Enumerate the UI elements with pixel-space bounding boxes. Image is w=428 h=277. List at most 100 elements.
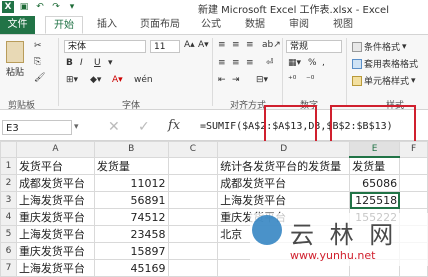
cut-icon[interactable]: ✂ <box>34 41 42 51</box>
cell-f2[interactable] <box>399 174 428 192</box>
comma-style-icon[interactable]: , <box>322 58 325 68</box>
cell-a6[interactable]: 重庆发货平台 <box>15 242 95 260</box>
font-color-icon[interactable]: A▾ <box>112 75 123 85</box>
tab-page-layout[interactable]: 页面布局 <box>132 16 188 34</box>
font-name-combo[interactable]: 宋体 <box>64 40 146 53</box>
align-right-icon[interactable]: ≡ <box>246 58 254 68</box>
cell-c2[interactable] <box>167 174 219 192</box>
cell-c1[interactable] <box>167 156 219 175</box>
insert-function-icon[interactable]: fx <box>168 118 180 133</box>
top-align-icon[interactable]: ≡ <box>218 40 226 50</box>
cell-b2[interactable]: 11012 <box>93 174 169 192</box>
column-header-c[interactable]: C <box>167 141 219 158</box>
row-header[interactable]: 3 <box>0 191 17 209</box>
cell-c5[interactable] <box>167 225 219 243</box>
align-center-icon[interactable]: ≡ <box>232 58 240 68</box>
tab-formulas[interactable]: 公式 <box>196 16 226 34</box>
cell-b7[interactable]: 45169 <box>93 259 169 277</box>
cell-a4[interactable]: 重庆发货平台 <box>15 208 95 226</box>
row-header[interactable]: 7 <box>0 259 17 277</box>
column-header-a[interactable]: A <box>15 141 95 158</box>
cell-a2[interactable]: 成都发货平台 <box>15 174 95 192</box>
column-header-d[interactable]: D <box>217 141 351 158</box>
format-painter-icon[interactable]: 🖌 <box>34 73 45 83</box>
cell-d1[interactable]: 统计各发货平台的发货量 <box>217 156 351 175</box>
column-header-b[interactable]: B <box>93 141 169 158</box>
orientation-icon[interactable]: ab↗ <box>262 40 281 50</box>
cell-a5[interactable]: 上海发货平台 <box>15 225 95 243</box>
shrink-font-icon[interactable]: A▾ <box>198 40 209 50</box>
fill-color-icon[interactable]: ◆▾ <box>90 75 101 85</box>
column-header-f[interactable]: F <box>399 141 428 158</box>
tab-file[interactable]: 文件 <box>0 16 35 34</box>
border-icon[interactable]: ⊞▾ <box>66 75 78 85</box>
cell-b5[interactable]: 23458 <box>93 225 169 243</box>
phonetic-button[interactable]: wén <box>134 75 153 85</box>
cell-a7[interactable]: 上海发货平台 <box>15 259 95 277</box>
tab-view[interactable]: 视图 <box>328 16 358 34</box>
copy-icon[interactable]: ⎘ <box>34 57 41 67</box>
cell-c6[interactable] <box>167 242 219 260</box>
number-format-combo[interactable]: 常规 <box>286 40 342 53</box>
row-header[interactable]: 6 <box>0 242 17 260</box>
cell-b4[interactable]: 74512 <box>93 208 169 226</box>
accounting-format-icon[interactable]: ▦▾ <box>288 58 301 68</box>
undo-icon[interactable]: ↶ <box>34 1 46 13</box>
cell-b6[interactable]: 15897 <box>93 242 169 260</box>
cell-a3[interactable]: 上海发货平台 <box>15 191 95 209</box>
conditional-format-label: 条件格式 <box>364 43 401 53</box>
increase-indent-icon[interactable]: ⇥ <box>232 75 240 85</box>
cell-e1[interactable]: 发货量 <box>349 156 401 175</box>
row-header[interactable]: 2 <box>0 174 17 192</box>
cancel-icon[interactable]: ✕ <box>108 119 120 135</box>
cell-a1[interactable]: 发货平台 <box>15 156 95 175</box>
merge-center-icon[interactable]: ⊟▾ <box>256 75 268 85</box>
cell-f1[interactable] <box>399 156 428 175</box>
enter-icon[interactable]: ✓ <box>138 119 150 135</box>
conditional-format-button[interactable]: 条件格式 ▾ <box>352 40 407 53</box>
cell-b3[interactable]: 56891 <box>93 191 169 209</box>
italic-button[interactable]: I <box>80 58 83 68</box>
increase-decimal-icon[interactable]: ⁺⁰ <box>288 75 296 85</box>
name-box-dropdown-icon[interactable]: ▾ <box>74 122 79 132</box>
cell-styles-button[interactable]: 单元格样式 ▾ <box>352 74 416 87</box>
cell-d3[interactable]: 上海发货平台 <box>217 191 351 209</box>
customize-qat-icon[interactable]: ▾ <box>66 1 78 13</box>
underline-button[interactable]: U <box>94 58 101 68</box>
align-left-icon[interactable]: ≡ <box>218 58 226 68</box>
cell-e3[interactable]: 125518 <box>349 191 401 209</box>
row-header[interactable]: 1 <box>0 156 17 175</box>
bold-button[interactable]: B <box>66 58 73 68</box>
cell-b1[interactable]: 发货量 <box>93 156 169 175</box>
row-header[interactable]: 5 <box>0 225 17 243</box>
wrap-text-icon[interactable]: ⏎ <box>266 58 274 68</box>
cell-c4[interactable] <box>167 208 219 226</box>
tab-review[interactable]: 审阅 <box>284 16 314 34</box>
paste-button[interactable]: 粘贴 <box>6 41 24 78</box>
watermark-logo-icon <box>252 215 282 245</box>
font-size-combo[interactable]: 11 <box>150 40 180 53</box>
cell-d2[interactable]: 成都发货平台 <box>217 174 351 192</box>
format-as-table-button[interactable]: 套用表格格式 <box>352 57 418 70</box>
cell-f3[interactable] <box>399 191 428 209</box>
cell-c3[interactable] <box>167 191 219 209</box>
cell-c7[interactable] <box>167 259 219 277</box>
cell-e2[interactable]: 65086 <box>349 174 401 192</box>
redo-icon[interactable]: ↷ <box>50 1 62 13</box>
row-header[interactable]: 4 <box>0 208 17 226</box>
middle-align-icon[interactable]: ≡ <box>232 40 240 50</box>
grow-font-icon[interactable]: A▴ <box>184 40 195 50</box>
tab-insert[interactable]: 插入 <box>92 16 122 34</box>
decrease-indent-icon[interactable]: ⇤ <box>218 75 226 85</box>
ribbon-separator <box>58 38 59 106</box>
tab-data[interactable]: 数据 <box>240 16 270 34</box>
decrease-decimal-icon[interactable]: ⁻⁰ <box>306 75 314 85</box>
column-header-e[interactable]: E <box>349 141 401 158</box>
select-all-corner[interactable] <box>0 141 17 158</box>
tab-home[interactable]: 开始 <box>45 16 83 34</box>
percent-button[interactable]: % <box>308 58 317 68</box>
bottom-align-icon[interactable]: ≡ <box>246 40 254 50</box>
save-icon[interactable]: ▣ <box>18 1 30 13</box>
underline-dropdown-icon[interactable]: ▾ <box>108 58 113 68</box>
name-box[interactable]: E3 <box>2 120 72 135</box>
